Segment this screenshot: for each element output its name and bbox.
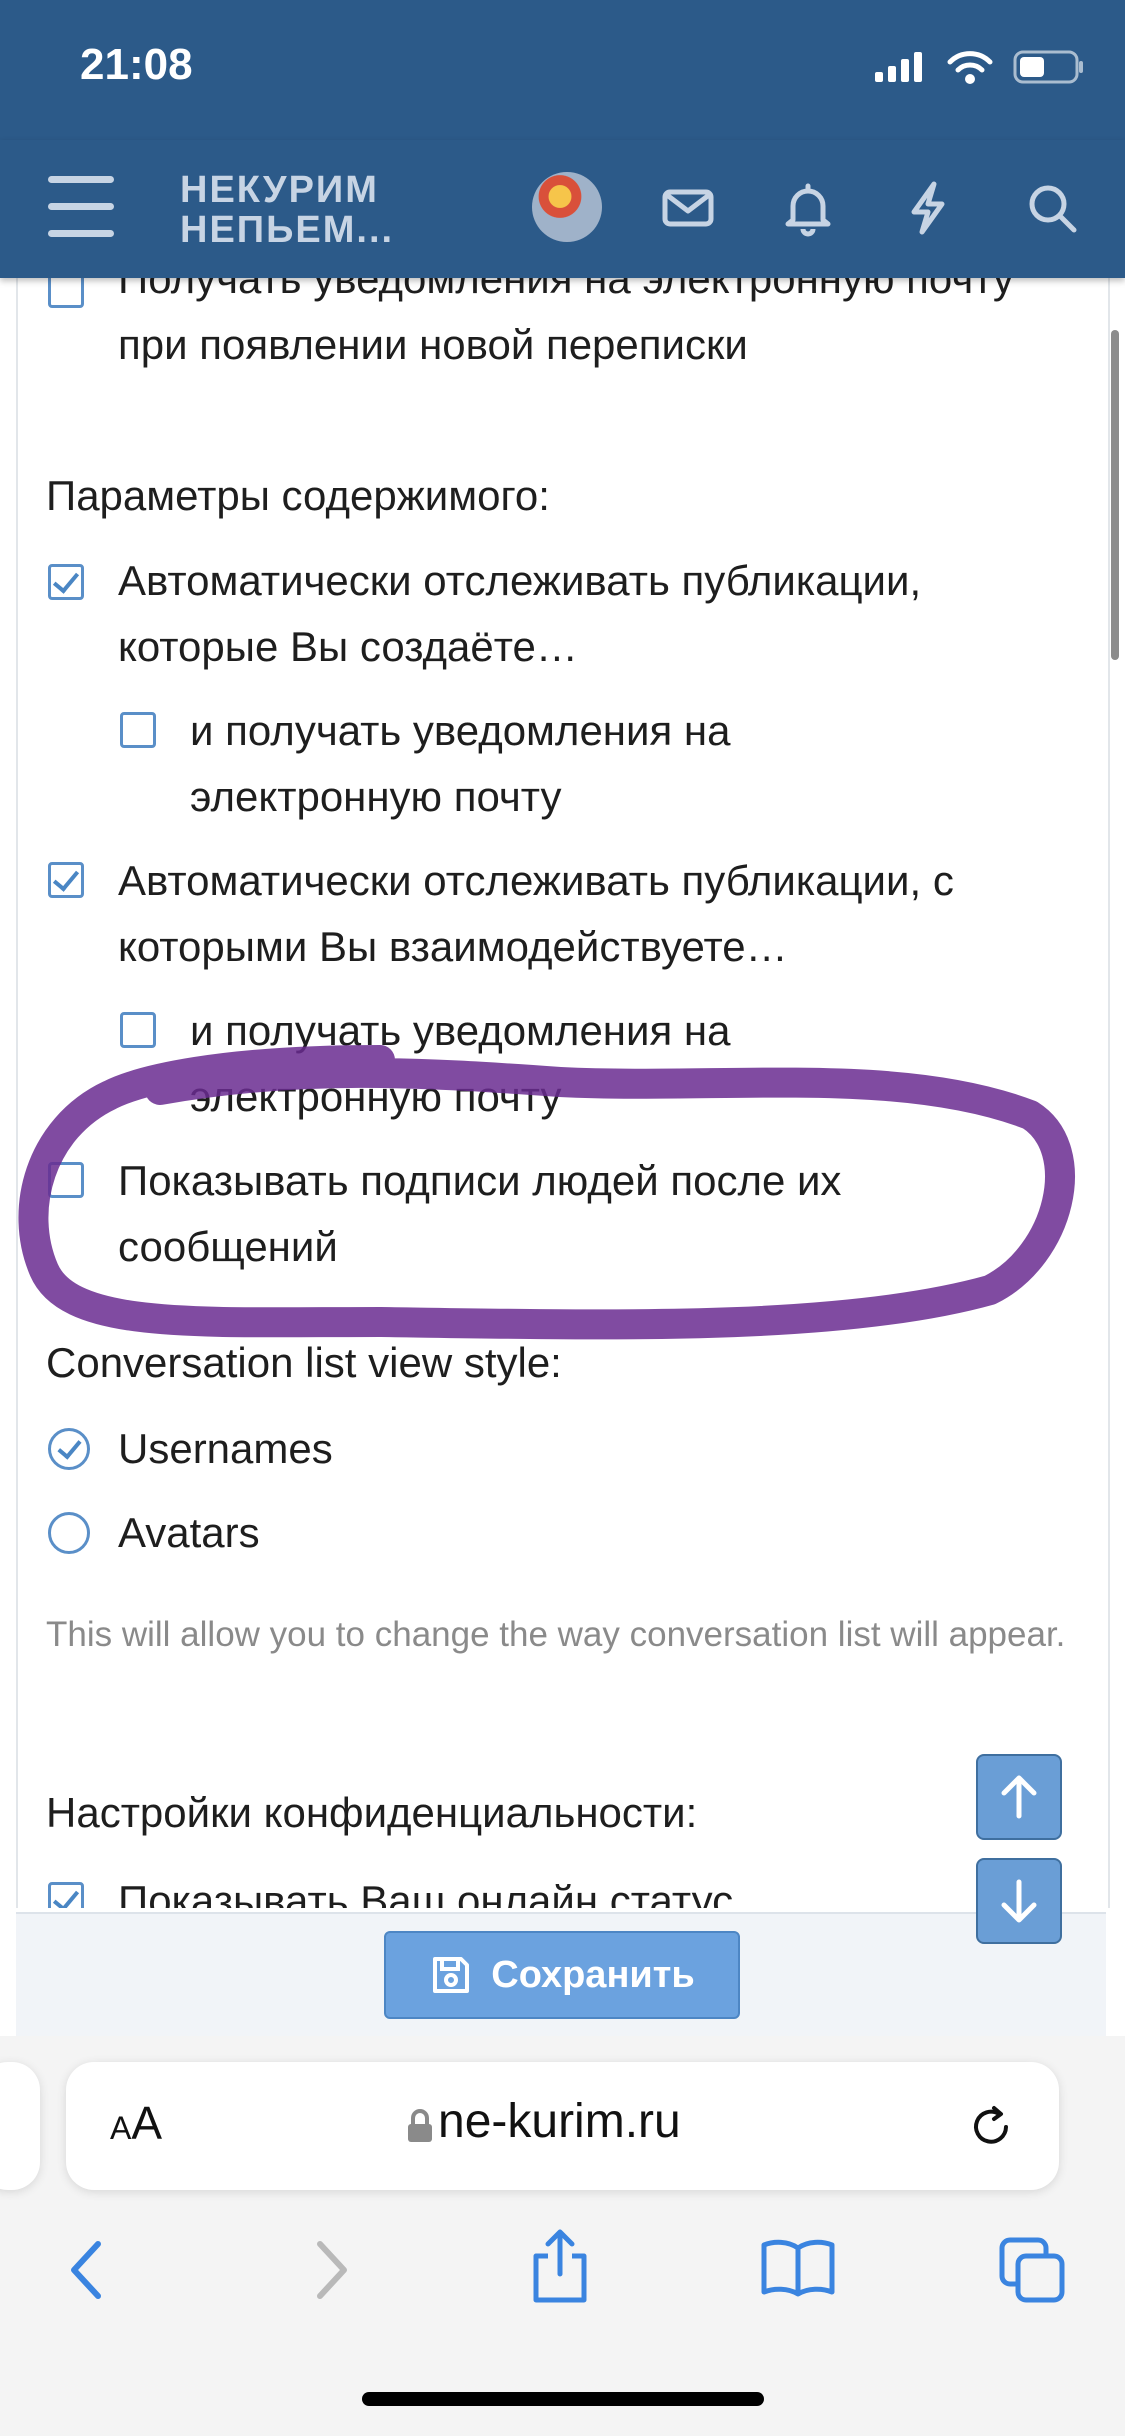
share-icon[interactable] — [528, 2226, 592, 2306]
url-text: ne-kurim.ru — [438, 2095, 681, 2148]
watch-interacted-email-checkbox[interactable] — [120, 1012, 156, 1048]
address-bar[interactable]: AA ne-kurim.ru — [66, 2062, 1059, 2190]
back-icon[interactable] — [62, 2238, 112, 2302]
text-size-button[interactable]: AA — [110, 2096, 162, 2150]
menu-button[interactable] — [48, 176, 114, 238]
status-time: 21:08 — [80, 40, 193, 89]
logo-line-1: НЕКУРИМ — [180, 169, 379, 211]
preferences-form: Получать уведомления на электронную почт… — [16, 278, 1110, 1908]
logo-line-2: НЕПЬЕМ... — [180, 209, 395, 251]
arrow-down-icon — [1001, 1879, 1037, 1923]
mail-icon[interactable] — [658, 178, 718, 238]
browser-toolbar: AA ne-kurim.ru — [0, 2036, 1125, 2436]
email-conversation-checkbox[interactable] — [48, 278, 84, 308]
scroll-up-button[interactable] — [976, 1754, 1062, 1840]
radio-avatars-label: Avatars — [118, 1509, 260, 1556]
list-style-heading: Conversation list view style: — [46, 1339, 562, 1386]
user-avatar[interactable] — [532, 172, 602, 242]
forward-icon[interactable] — [306, 2238, 356, 2302]
radio-usernames[interactable] — [48, 1428, 90, 1470]
home-indicator[interactable] — [362, 2392, 764, 2406]
arrow-up-icon — [1001, 1775, 1037, 1819]
search-icon[interactable] — [1022, 178, 1082, 238]
tabs-icon[interactable] — [996, 2234, 1068, 2306]
radio-avatars[interactable] — [48, 1512, 90, 1554]
status-bar: 21:08 — [0, 0, 1125, 140]
site-header: НЕКУРИМ НЕПЬЕМ... — [0, 140, 1125, 278]
watch-interacted-email-label: и получать уведомления на электронную по… — [190, 1007, 731, 1120]
email-conversation-label: Получать уведомления на электронную почт… — [118, 278, 1014, 368]
form-footer: Сохранить — [16, 1912, 1106, 2038]
show-signatures-checkbox[interactable] — [48, 1162, 84, 1198]
online-status-label: Показывать Ваш онлайн статус — [118, 1877, 734, 1908]
wifi-icon — [947, 51, 993, 84]
save-button[interactable]: Сохранить — [384, 1931, 740, 2019]
cellular-signal-icon — [875, 52, 922, 82]
list-style-hint: This will allow you to change the way co… — [46, 1615, 1066, 1654]
reload-icon[interactable] — [966, 2102, 1016, 2152]
bolt-icon[interactable] — [898, 178, 958, 238]
battery-icon — [1013, 50, 1083, 84]
site-logo[interactable]: НЕКУРИМ НЕПЬЕМ... — [180, 170, 394, 250]
show-signatures-label: Показывать подписи людей после их сообще… — [118, 1157, 842, 1270]
save-button-label: Сохранить — [491, 1953, 695, 1996]
watch-created-email-label: и получать уведомления на электронную по… — [190, 707, 731, 820]
content-options-heading: Параметры содержимого: — [46, 472, 550, 519]
bookmarks-icon[interactable] — [760, 2236, 836, 2300]
privacy-heading: Настройки конфиденциальности: — [46, 1789, 698, 1836]
bell-icon[interactable] — [778, 178, 838, 238]
watch-interacted-checkbox[interactable] — [48, 862, 84, 898]
watch-created-checkbox[interactable] — [48, 564, 84, 600]
lock-icon — [408, 2109, 432, 2142]
status-icons — [875, 50, 1085, 84]
floppy-disk-icon — [433, 1957, 470, 1993]
online-status-checkbox[interactable] — [48, 1882, 84, 1908]
previous-tab-preview[interactable] — [0, 2062, 40, 2190]
radio-usernames-label: Usernames — [118, 1425, 333, 1472]
scroll-down-button[interactable] — [976, 1858, 1062, 1944]
watch-interacted-label: Автоматически отслеживать публикации, с … — [118, 857, 954, 970]
watch-created-email-checkbox[interactable] — [120, 712, 156, 748]
watch-created-label: Автоматически отслеживать публикации, ко… — [118, 557, 922, 670]
scrollbar-thumb[interactable] — [1111, 330, 1119, 660]
